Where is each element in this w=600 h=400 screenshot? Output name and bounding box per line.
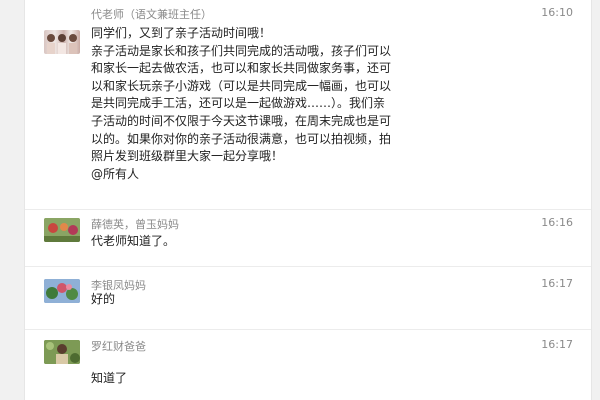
user-avatar-icon xyxy=(44,340,80,364)
message-time: 16:10 xyxy=(541,6,573,19)
mention-all-link[interactable]: @所有人 xyxy=(91,166,573,184)
chat-message: 罗红财爸爸 16:17 知道了 xyxy=(25,330,591,400)
sender-avatar[interactable] xyxy=(44,30,80,54)
chat-message: 薛德英，曾玉妈妈 16:16 代老师知道了。 xyxy=(25,210,591,267)
user-avatar-icon xyxy=(47,34,77,54)
sender-avatar[interactable] xyxy=(44,279,80,303)
sender-name[interactable]: 罗红财爸爸 xyxy=(91,338,146,354)
message-line: 子活动的时间不仅限于今天这节课哦，在周末完成也是可 xyxy=(91,113,392,128)
message-time: 16:17 xyxy=(541,338,573,351)
sender-avatar[interactable] xyxy=(44,340,80,364)
message-line: 代老师知道了。 xyxy=(91,234,176,248)
chat-message: 代老师（语文兼班主任） 16:10 同学们，又到了亲子活动时间哦！ 亲子活动是家… xyxy=(25,0,591,210)
message-text[interactable]: 知道了 xyxy=(91,370,573,388)
message-line: 以的。如果你对你的亲子活动很满意，也可以拍视频，拍 xyxy=(91,131,392,146)
message-line: 知道了 xyxy=(91,371,128,385)
message-text[interactable]: 同学们，又到了亲子活动时间哦！ 亲子活动是家长和孩子们共同完成的活动哦，孩子们可… xyxy=(91,25,573,183)
message-time: 16:17 xyxy=(541,277,573,290)
message-line: 亲子活动是家长和孩子们共同完成的活动哦，孩子们可以 xyxy=(91,43,392,58)
sender-name[interactable]: 代老师（语文兼班主任） xyxy=(91,6,212,22)
user-avatar-icon xyxy=(44,279,80,303)
chat-message-list[interactable]: 代老师（语文兼班主任） 16:10 同学们，又到了亲子活动时间哦！ 亲子活动是家… xyxy=(25,0,591,400)
message-line: 照片发到班级群里大家一起分享哦！ xyxy=(91,149,284,164)
message-text[interactable]: 代老师知道了。 xyxy=(91,233,573,251)
sender-name[interactable]: 薛德英，曾玉妈妈 xyxy=(91,216,179,232)
message-line: 是共同完成手工活，还可以是一起做游戏……）。我们亲 xyxy=(91,96,386,111)
message-line: 好的 xyxy=(91,292,116,306)
chat-message: 李银凤妈妈 16:17 好的 xyxy=(25,267,591,330)
message-text[interactable]: 好的 xyxy=(91,291,573,309)
user-avatar-icon xyxy=(44,218,80,242)
sender-avatar[interactable] xyxy=(44,218,80,242)
window-left-border xyxy=(0,0,25,400)
message-time: 16:16 xyxy=(541,216,573,229)
message-line: 以和家长玩亲子小游戏（可以是共同完成一幅画，也可以 xyxy=(91,78,392,93)
window-right-border xyxy=(591,0,600,400)
message-line: 同学们，又到了亲子活动时间哦！ xyxy=(91,26,272,40)
message-line: 和家长一起去做农活，也可以和家长共同做家务事，还可 xyxy=(91,61,392,76)
